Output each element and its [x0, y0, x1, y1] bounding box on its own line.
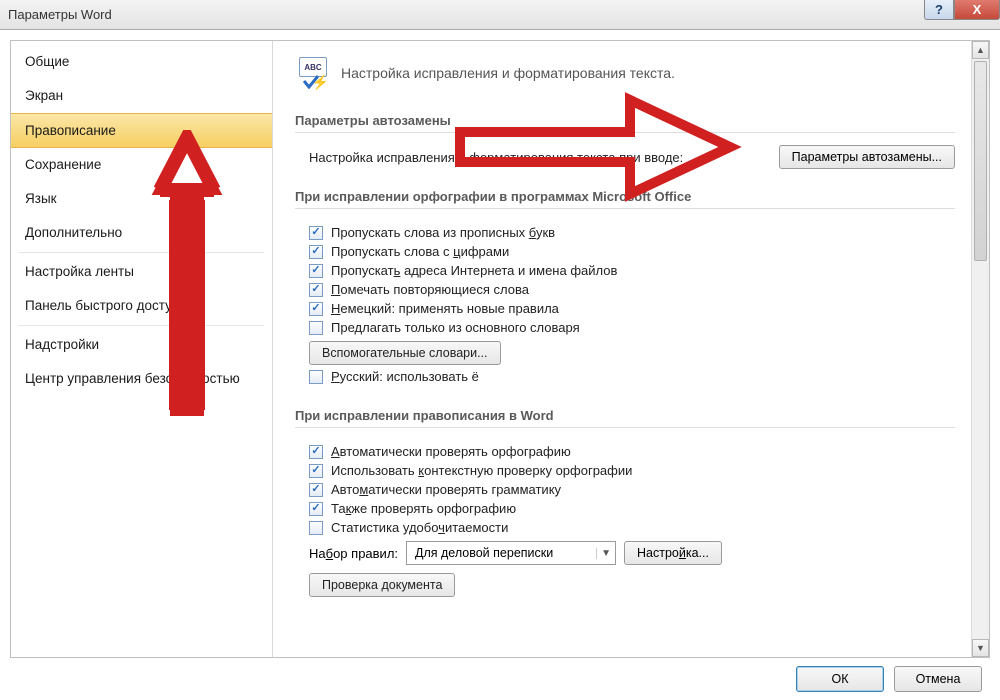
check-contextual-label: Использовать контекстную проверку орфогр… — [331, 463, 632, 478]
check-auto-grammar-label: Автоматически проверять грамматику — [331, 482, 561, 497]
sidebar-item-quick-access[interactable]: Панель быстрого доступа — [11, 289, 272, 323]
check-also-spell[interactable] — [309, 502, 323, 516]
ruleset-label: Набор правил: — [309, 546, 398, 561]
check-repeated-label: Помечать повторяющиеся слова — [331, 282, 529, 297]
sidebar-item-proofing[interactable]: Правописание — [11, 113, 272, 148]
scroll-thumb[interactable] — [974, 61, 987, 261]
autocorrect-options-button[interactable]: Параметры автозамены... — [779, 145, 955, 169]
sidebar-item-general[interactable]: Общие — [11, 45, 272, 79]
cancel-button[interactable]: Отмена — [894, 666, 982, 692]
nav-separator — [19, 252, 264, 253]
check-german[interactable] — [309, 302, 323, 316]
check-russian-yo[interactable] — [309, 370, 323, 384]
dialog-footer: ОК Отмена — [796, 666, 982, 692]
sidebar-item-display[interactable]: Экран — [11, 79, 272, 113]
group-title-office: При исправлении орфографии в программах … — [295, 185, 955, 209]
check-document-button[interactable]: Проверка документа — [309, 573, 455, 597]
check-readability-label: Статистика удобочитаемости — [331, 520, 508, 535]
group-title-word: При исправлении правописания в Word — [295, 404, 955, 428]
check-uppercase[interactable] — [309, 226, 323, 240]
check-german-label: Немецкий: применять новые правила — [331, 301, 559, 316]
check-main-dict[interactable] — [309, 321, 323, 335]
ruleset-select[interactable]: Для деловой переписки ▼ — [406, 541, 616, 565]
sidebar: Общие Экран Правописание Сохранение Язык… — [11, 41, 273, 657]
scroll-down-arrow[interactable]: ▼ — [972, 639, 989, 657]
sidebar-item-advanced[interactable]: Дополнительно — [11, 216, 272, 250]
check-repeated[interactable] — [309, 283, 323, 297]
check-internet[interactable] — [309, 264, 323, 278]
window-controls: ? X — [924, 0, 1000, 22]
dialog-inner: Общие Экран Правописание Сохранение Язык… — [10, 40, 990, 658]
check-russian-yo-label: Русский: использовать ё — [331, 369, 479, 384]
sidebar-item-save[interactable]: Сохранение — [11, 148, 272, 182]
titlebar: Параметры Word ? X — [0, 0, 1000, 30]
check-also-spell-label: Также проверять орфографию — [331, 501, 516, 516]
scroll-up-arrow[interactable]: ▲ — [972, 41, 989, 59]
check-auto-spell[interactable] — [309, 445, 323, 459]
help-button[interactable]: ? — [924, 0, 954, 20]
check-readability[interactable] — [309, 521, 323, 535]
check-main-dict-label: Предлагать только из основного словаря — [331, 320, 580, 335]
check-auto-grammar[interactable] — [309, 483, 323, 497]
custom-dictionaries-button[interactable]: Вспомогательные словари... — [309, 341, 501, 365]
main-pane: ABC ⚡ Настройка исправления и форматиров… — [273, 41, 989, 657]
check-internet-label: Пропускать адреса Интернета и имена файл… — [331, 263, 617, 278]
ruleset-settings-button[interactable]: Настройка... — [624, 541, 722, 565]
group-title-autocorrect: Параметры автозамены — [295, 109, 955, 133]
page-header-text: Настройка исправления и форматирования т… — [341, 65, 675, 81]
dialog-body: Общие Экран Правописание Сохранение Язык… — [0, 30, 1000, 700]
check-uppercase-label: Пропускать слова из прописных букв — [331, 225, 555, 240]
check-contextual[interactable] — [309, 464, 323, 478]
ok-button[interactable]: ОК — [796, 666, 884, 692]
vertical-scrollbar[interactable]: ▲ ▼ — [971, 41, 989, 657]
proofing-icon: ABC ⚡ — [295, 55, 331, 91]
sidebar-item-language[interactable]: Язык — [11, 182, 272, 216]
sidebar-item-trust-center[interactable]: Центр управления безопасностью — [11, 362, 272, 396]
check-numbers-label: Пропускать слова с цифрами — [331, 244, 509, 259]
nav-separator — [19, 325, 264, 326]
check-numbers[interactable] — [309, 245, 323, 259]
page-header: ABC ⚡ Настройка исправления и форматиров… — [295, 55, 955, 91]
sidebar-item-customize-ribbon[interactable]: Настройка ленты — [11, 255, 272, 289]
autocorrect-text: Настройка исправления и форматирования т… — [309, 150, 683, 165]
window-title: Параметры Word — [8, 7, 112, 22]
ruleset-value: Для деловой переписки — [415, 546, 553, 560]
check-auto-spell-label: Автоматически проверять орфографию — [331, 444, 571, 459]
main-content: ABC ⚡ Настройка исправления и форматиров… — [273, 41, 971, 657]
sidebar-item-addins[interactable]: Надстройки — [11, 328, 272, 362]
chevron-down-icon: ▼ — [596, 548, 611, 559]
close-button[interactable]: X — [954, 0, 1000, 20]
